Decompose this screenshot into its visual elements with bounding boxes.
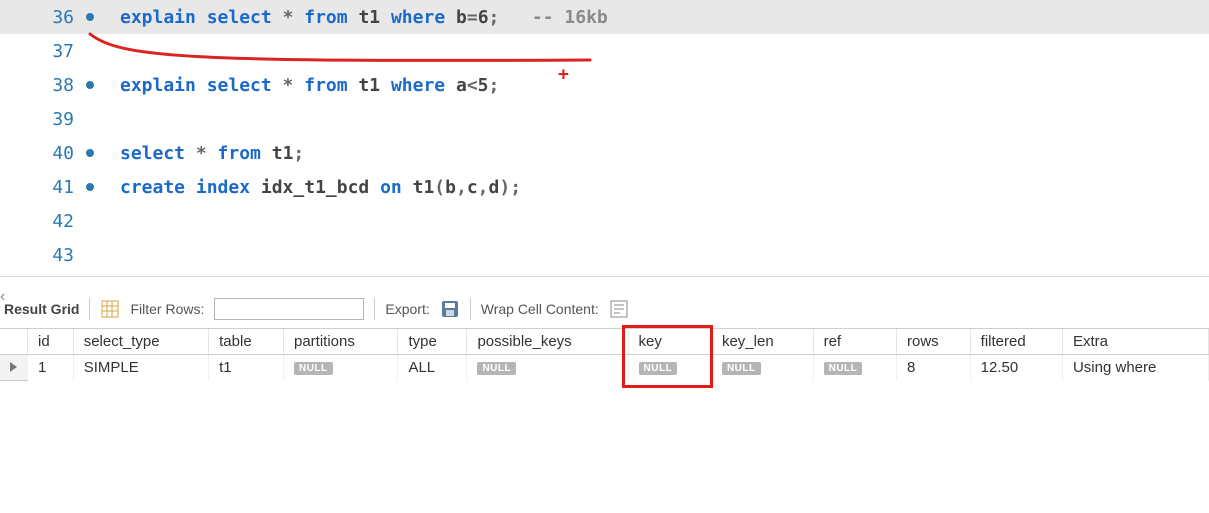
statement-marker-icon	[86, 13, 94, 21]
null-pill: NULL	[722, 362, 761, 375]
code-line[interactable]: 38explain select * from t1 where a<5;	[0, 68, 1209, 102]
code-line[interactable]: 39	[0, 102, 1209, 136]
statement-marker-icon	[86, 183, 94, 191]
line-number: 41	[0, 177, 80, 198]
null-pill: NULL	[639, 362, 678, 375]
code-line[interactable]: 43	[0, 238, 1209, 272]
cell[interactable]: ALL	[398, 355, 467, 381]
column-header[interactable]: key_len	[711, 329, 813, 355]
cell[interactable]: 12.50	[970, 355, 1062, 381]
code-text[interactable]: select * from t1;	[80, 143, 304, 164]
cell[interactable]: NULL	[813, 355, 896, 381]
column-header[interactable]: possible_keys	[467, 329, 628, 355]
grid-view-icon[interactable]	[100, 299, 120, 319]
result-grid-label: Result Grid	[4, 301, 79, 317]
column-header[interactable]: filtered	[970, 329, 1062, 355]
column-header[interactable]: key	[628, 329, 711, 355]
column-header[interactable]: rows	[897, 329, 971, 355]
separator-icon	[470, 298, 471, 320]
panel-divider	[0, 276, 1209, 290]
export-save-icon[interactable]	[440, 299, 460, 319]
column-header[interactable]: Extra	[1062, 329, 1208, 355]
wrap-cell-icon[interactable]	[609, 299, 629, 319]
line-number: 39	[0, 109, 80, 130]
null-pill: NULL	[477, 362, 516, 375]
column-header[interactable]: ref	[813, 329, 896, 355]
column-header[interactable]: partitions	[283, 329, 397, 355]
cell[interactable]: Using where	[1062, 355, 1208, 381]
column-header[interactable]: table	[209, 329, 284, 355]
line-number: 42	[0, 211, 80, 232]
row-marker-header	[0, 329, 28, 355]
line-number: 36	[0, 7, 80, 28]
fold-chevron-icon: ‹	[0, 288, 14, 308]
statement-marker-icon	[86, 81, 94, 89]
result-grid[interactable]: idselect_typetablepartitionstypepossible…	[0, 329, 1209, 381]
null-pill: NULL	[294, 362, 333, 375]
result-toolbar: Result Grid Filter Rows: Export: Wrap Ce…	[0, 290, 1209, 329]
cell[interactable]: SIMPLE	[73, 355, 208, 381]
code-text[interactable]: explain select * from t1 where a<5;	[80, 75, 499, 96]
filter-rows-label: Filter Rows:	[130, 301, 204, 317]
separator-icon	[374, 298, 375, 320]
line-number: 40	[0, 143, 80, 164]
code-text[interactable]: explain select * from t1 where b=6; -- 1…	[80, 7, 608, 28]
column-header[interactable]: select_type	[73, 329, 208, 355]
line-number: 43	[0, 245, 80, 266]
line-number: 37	[0, 41, 80, 62]
cell[interactable]: NULL	[711, 355, 813, 381]
code-text[interactable]: create index idx_t1_bcd on t1(b,c,d);	[80, 177, 521, 198]
code-line[interactable]: 40select * from t1;	[0, 136, 1209, 170]
null-pill: NULL	[824, 362, 863, 375]
line-number: 38	[0, 75, 80, 96]
column-header[interactable]: type	[398, 329, 467, 355]
cell[interactable]: 8	[897, 355, 971, 381]
sql-editor[interactable]: + 36explain select * from t1 where b=6; …	[0, 0, 1209, 272]
code-line[interactable]: 41create index idx_t1_bcd on t1(b,c,d);	[0, 170, 1209, 204]
cell[interactable]: t1	[209, 355, 284, 381]
code-line[interactable]: 36explain select * from t1 where b=6; --…	[0, 0, 1209, 34]
wrap-cell-label: Wrap Cell Content:	[481, 301, 599, 317]
statement-marker-icon	[86, 149, 94, 157]
export-label: Export:	[385, 301, 429, 317]
separator-icon	[89, 298, 90, 320]
column-header[interactable]: id	[28, 329, 74, 355]
cell[interactable]: NULL	[467, 355, 628, 381]
current-row-marker-icon	[0, 355, 28, 381]
cell[interactable]: NULL	[283, 355, 397, 381]
code-line[interactable]: 42	[0, 204, 1209, 238]
cell[interactable]: NULL	[628, 355, 711, 381]
filter-rows-input[interactable]	[214, 298, 364, 320]
code-line[interactable]: 37	[0, 34, 1209, 68]
cell[interactable]: 1	[28, 355, 74, 381]
